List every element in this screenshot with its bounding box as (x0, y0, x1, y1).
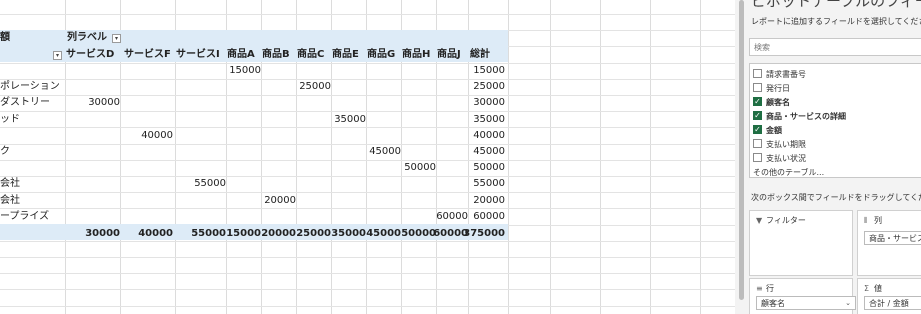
sigma-icon: Σ (864, 284, 870, 293)
column-header: 商品E (332, 49, 359, 60)
column-header: 商品H (402, 49, 431, 60)
field-label: 請求書番号 (766, 70, 806, 79)
pane-divider[interactable] (735, 0, 749, 314)
column-header: 商品A (227, 49, 255, 60)
column-header: 商品B (262, 49, 290, 60)
value-cell: 55000 (473, 178, 505, 189)
row-label: ポレーション (0, 81, 60, 92)
search-placeholder: 検索 (754, 43, 770, 52)
field-checkbox[interactable] (753, 139, 762, 148)
pane-title: ピボットテーブルのフィールド (751, 0, 921, 10)
row-label: ク (0, 146, 10, 157)
value-cell: 55000 (194, 178, 226, 189)
row-label: ープライズ (0, 211, 50, 222)
value-cell: 15000 (229, 65, 261, 76)
value-cell: 25000 (299, 81, 331, 92)
values-field-chip[interactable]: 合計 / 金額 (864, 296, 921, 310)
rows-area[interactable]: ≡ 行 顧客名 ⌄ (749, 278, 856, 314)
field-item[interactable]: ✓ 顧客名 (753, 96, 790, 109)
pivot-field-pane: ピボットテーブルのフィールド レポートに追加するフィールドを選択してください: … (749, 0, 921, 314)
filter-area[interactable]: ▼ フィルター (749, 210, 853, 276)
value-cell: 50000 (473, 162, 505, 173)
value-cell: 35000 (473, 114, 505, 125)
field-item[interactable]: 請求書番号 (753, 68, 806, 81)
field-checkbox[interactable]: ✓ (753, 125, 762, 134)
row-label: 会社 (0, 195, 20, 206)
field-item[interactable]: 支払い期限 (753, 138, 806, 151)
column-header: 商品C (297, 49, 325, 60)
row-header-label: 額 (0, 32, 10, 43)
spreadsheet-grid[interactable]: 額 列ラベル ▾ ▾ サービスD サービスF サービスI 商品A 商品B 商品C 商品E 商品… (0, 0, 735, 314)
field-checkbox[interactable] (753, 83, 762, 92)
field-item[interactable]: ✓ 金額 (753, 124, 782, 137)
total-cell: 40000 (138, 228, 173, 239)
field-label: 支払い状況 (766, 154, 806, 163)
field-checkbox[interactable]: ✓ (753, 97, 762, 106)
row-label: ダストリー (0, 97, 50, 108)
row-label: ッド (0, 114, 20, 125)
field-checkbox[interactable] (753, 69, 762, 78)
total-cell: 375000 (463, 228, 505, 239)
value-cell: 25000 (473, 81, 505, 92)
value-cell: 20000 (264, 195, 296, 206)
rows-area-label: 行 (766, 284, 774, 293)
field-label: 支払い期限 (766, 140, 806, 149)
field-item[interactable]: その他のテーブル... (753, 166, 825, 177)
field-checkbox[interactable] (753, 153, 762, 162)
values-chip-label: 合計 / 金額 (869, 299, 909, 308)
field-label: 顧客名 (766, 98, 790, 107)
value-cell: 40000 (473, 130, 505, 141)
field-item[interactable]: 発行日 (753, 82, 790, 95)
col-label: 列ラベル (67, 32, 107, 43)
value-cell: 15000 (473, 65, 505, 76)
columns-area[interactable]: ⦀ 列 商品・サービスの詳細 (857, 210, 921, 276)
values-area-label: 値 (874, 284, 882, 293)
value-cell: 50000 (404, 162, 436, 173)
field-list: 請求書番号発行日 ✓ 顧客名 ✓ 商品・サービスの詳細 ✓ 金額支払い期限支払い状況その他の… (749, 63, 921, 178)
field-item[interactable]: ✓ 商品・サービスの詳細 (753, 110, 846, 123)
total-cell: 60000 (433, 228, 468, 239)
column-header: 総計 (470, 49, 490, 60)
column-header: サービスD (66, 49, 115, 60)
value-cell: 30000 (88, 97, 120, 108)
field-label: 金額 (766, 126, 782, 135)
row-filter-dropdown[interactable]: ▾ (53, 51, 62, 60)
value-cell: 40000 (141, 130, 173, 141)
columns-field-chip[interactable]: 商品・サービスの詳細 (864, 231, 921, 245)
columns-area-label: 列 (874, 216, 882, 225)
col-filter-dropdown[interactable]: ▾ (112, 34, 121, 43)
columns-chip-label: 商品・サービスの詳細 (869, 234, 921, 243)
field-search-input[interactable]: 検索 (749, 38, 921, 56)
drag-instruction: 次のボックス間でフィールドをドラッグしてください: (751, 193, 921, 202)
filter-icon: ▼ (756, 216, 763, 225)
value-cell: 20000 (473, 195, 505, 206)
field-checkbox[interactable]: ✓ (753, 111, 762, 120)
column-header: サービスF (124, 49, 171, 60)
field-item[interactable]: 支払い状況 (753, 152, 806, 165)
chevron-down-icon[interactable]: ⌄ (845, 297, 851, 309)
row-label: 会社 (0, 178, 20, 189)
value-cell: 45000 (473, 146, 505, 157)
value-cell: 60000 (473, 211, 505, 222)
value-cell: 35000 (334, 114, 366, 125)
rows-field-chip[interactable]: 顧客名 ⌄ (756, 296, 856, 310)
value-cell: 30000 (473, 97, 505, 108)
pane-instruction: レポートに追加するフィールドを選択してください: (751, 17, 921, 26)
column-header: サービスI (176, 49, 220, 60)
total-cell: 30000 (85, 228, 120, 239)
field-label: その他のテーブル... (753, 168, 825, 177)
value-cell: 45000 (369, 146, 401, 157)
column-header: 商品J (437, 49, 461, 60)
scrollbar-thumb[interactable] (739, 0, 744, 300)
column-header: 商品G (367, 49, 396, 60)
rows-icon: ≡ (756, 284, 763, 293)
columns-icon: ⦀ (864, 216, 868, 225)
filter-area-label: フィルター (766, 216, 806, 225)
rows-chip-label: 顧客名 (761, 299, 785, 308)
value-cell: 60000 (436, 211, 468, 222)
field-label: 商品・サービスの詳細 (766, 112, 846, 121)
values-area[interactable]: Σ値 合計 / 金額 (857, 278, 921, 314)
field-label: 発行日 (766, 84, 790, 93)
